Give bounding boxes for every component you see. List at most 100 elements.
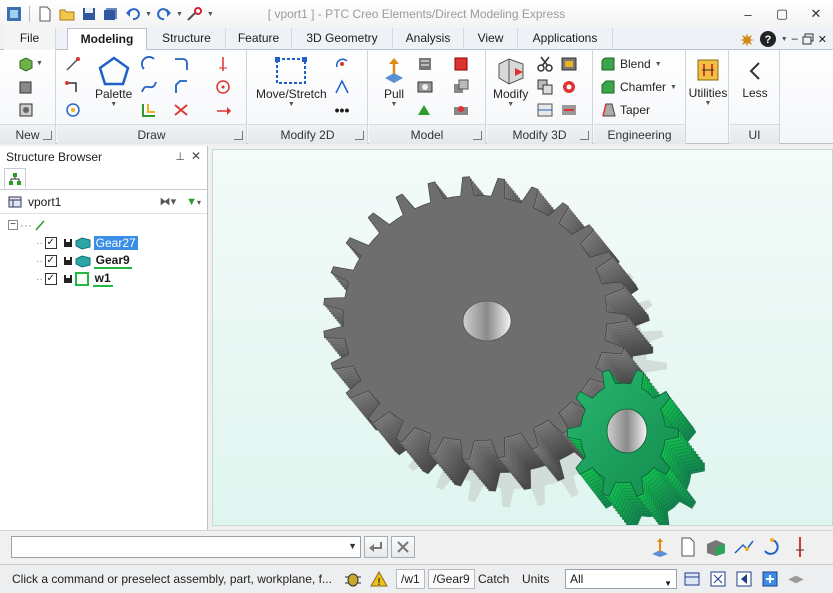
viewport-selector[interactable]: vport1 ⧓▾ ▼▾ [0, 190, 207, 214]
palette-button[interactable]: Palette ▼ [95, 56, 132, 108]
viewport-list-icon[interactable] [682, 569, 702, 589]
ribbon-options-icon[interactable] [739, 31, 755, 47]
scissors-icon[interactable] [535, 54, 555, 74]
app-icon[interactable] [4, 4, 24, 24]
tree-root[interactable]: − ··· [8, 216, 46, 234]
new-file-icon[interactable] [35, 4, 55, 24]
rectangle-tool-icon[interactable] [63, 77, 83, 97]
selection-filter-select[interactable]: All ▼ [565, 569, 677, 589]
corner-tool-icon[interactable] [171, 77, 191, 97]
current-part-field[interactable]: /Gear9 [428, 569, 475, 589]
close-button[interactable]: ✕ [799, 0, 833, 28]
part-select-icon[interactable] [705, 535, 727, 559]
tree-item[interactable]: ·· ✓ Gear9 [36, 252, 132, 270]
fit-view-icon[interactable] [708, 569, 728, 589]
utilities-button[interactable]: Utilities ▼ [687, 58, 729, 107]
warning-icon[interactable]: ! [369, 569, 389, 589]
current-workplane-field[interactable]: /w1 [396, 569, 425, 589]
tab-applications[interactable]: Applications [518, 28, 613, 50]
save-icon[interactable] [79, 4, 99, 24]
delete-2d-icon[interactable] [171, 100, 191, 120]
collapse-icon[interactable]: − [8, 220, 18, 230]
pattern-icon[interactable] [415, 100, 435, 120]
scroll-arrows-icon[interactable]: ◀▶ [786, 569, 806, 589]
fillet-2d-icon[interactable] [171, 54, 191, 74]
modify-button[interactable]: Modify ▼ [493, 56, 528, 108]
shell-icon[interactable] [559, 54, 579, 74]
tree-view-tab[interactable] [4, 168, 26, 189]
cutout-icon[interactable] [451, 100, 471, 120]
new-workplane-icon[interactable] [16, 100, 36, 120]
undo-dropdown-icon[interactable]: ▼ [145, 11, 152, 18]
help-dropdown-icon[interactable]: ▼ [781, 36, 788, 43]
turn-icon[interactable] [415, 54, 435, 74]
tab-modeling[interactable]: Modeling [67, 28, 147, 51]
customize-qat-icon[interactable]: ▼ [207, 11, 214, 18]
axis-select-icon[interactable] [789, 535, 811, 559]
c-arrow-icon[interactable] [213, 100, 233, 120]
spin-icon[interactable] [559, 77, 579, 97]
close-panel-icon[interactable]: ✕ [191, 149, 201, 163]
maximize-button[interactable]: ▢ [765, 0, 799, 28]
new-part-dropdown-icon[interactable]: ▼ [36, 60, 43, 67]
box-icon[interactable] [451, 54, 471, 74]
blend-button[interactable]: Blend ▼ [600, 54, 662, 74]
move-stretch-button[interactable]: Move/Stretch ▼ [256, 56, 327, 108]
copy-3d-icon[interactable] [535, 77, 555, 97]
tools-icon[interactable] [185, 4, 205, 24]
replace-face-icon[interactable] [559, 100, 579, 120]
tab-feature[interactable]: Feature [226, 28, 292, 50]
pin-icon[interactable]: ⊥ [175, 150, 185, 163]
command-input[interactable]: ▼ [11, 536, 361, 558]
filter-icon[interactable]: ▼▾ [186, 196, 201, 208]
group-launcher[interactable] [234, 131, 243, 140]
group-launcher[interactable] [473, 131, 482, 140]
previous-view-icon[interactable] [734, 569, 754, 589]
cancel-command-button[interactable] [391, 536, 415, 558]
group-launcher[interactable] [43, 131, 52, 140]
arc-select-icon[interactable] [761, 535, 783, 559]
spline-tool-icon[interactable] [139, 77, 159, 97]
doc-restore-icon[interactable] [802, 33, 814, 45]
workplane-axis-icon[interactable] [649, 535, 671, 559]
group-launcher[interactable] [355, 131, 364, 140]
mirror-2d-icon[interactable] [332, 77, 352, 97]
find-icon[interactable]: ⧓▾ [160, 195, 177, 208]
face-icon[interactable] [535, 100, 555, 120]
line-tool-icon[interactable] [63, 54, 83, 74]
construction-tool-icon[interactable] [139, 100, 159, 120]
document-icon[interactable] [677, 535, 699, 559]
chamfer-button[interactable]: Chamfer ▼ [600, 77, 677, 97]
bore-icon[interactable] [415, 77, 435, 97]
new-part-icon[interactable] [16, 54, 36, 74]
bug-icon[interactable] [343, 569, 363, 589]
command-history-dropdown-icon[interactable]: ▼ [348, 541, 357, 551]
tab-structure[interactable]: Structure [148, 28, 226, 50]
units-button[interactable]: Units [522, 572, 549, 586]
visibility-checkbox[interactable]: ✓ [44, 255, 57, 267]
render-mode-icon[interactable] [760, 569, 780, 589]
pull-button[interactable]: Pull ▼ [379, 56, 409, 108]
doc-close-icon[interactable]: ✕ [818, 33, 827, 46]
tree-item[interactable]: ·· ✓ Gear27 [36, 234, 138, 252]
circle-tool-icon[interactable] [63, 100, 83, 120]
minimize-button[interactable]: – [731, 0, 765, 28]
tree-item[interactable]: ·· ✓ w1 [36, 270, 113, 288]
c-circle-icon[interactable] [213, 77, 233, 97]
tab-file[interactable]: File [4, 28, 56, 50]
help-icon[interactable]: ? [759, 30, 777, 48]
arc-tool-icon[interactable] [139, 54, 159, 74]
3d-viewport[interactable] [212, 149, 833, 526]
catch-button[interactable]: Catch [478, 572, 509, 586]
redo-dropdown-icon[interactable]: ▼ [176, 11, 183, 18]
redo-icon[interactable] [154, 4, 174, 24]
taper-button[interactable]: Taper [600, 100, 650, 120]
tab-analysis[interactable]: Analysis [393, 28, 464, 50]
more-modify-2d-icon[interactable]: ••• [332, 100, 352, 120]
tab-3d-geometry[interactable]: 3D Geometry [292, 28, 393, 50]
rotate-2d-icon[interactable] [332, 54, 352, 74]
merge-icon[interactable] [451, 77, 471, 97]
doc-minimize-icon[interactable]: – [792, 33, 798, 45]
group-launcher[interactable] [580, 131, 589, 140]
c-line-icon[interactable] [213, 54, 233, 74]
